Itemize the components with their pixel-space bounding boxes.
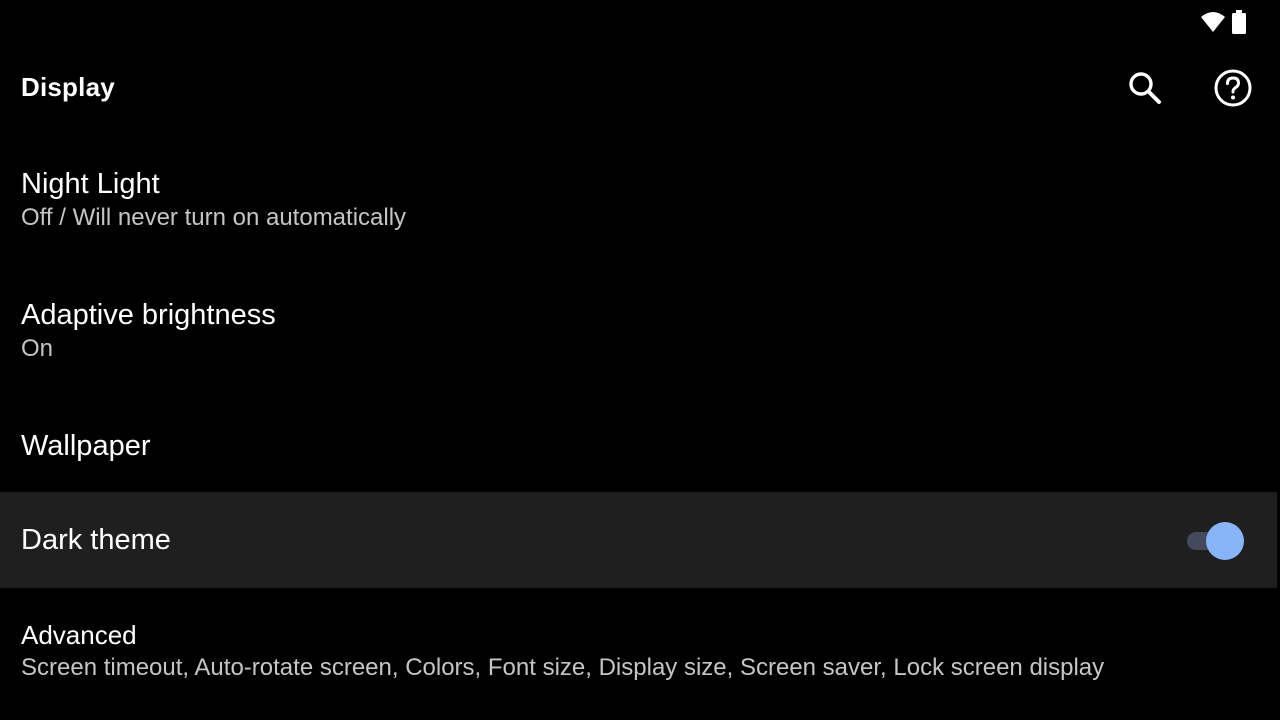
setting-wallpaper[interactable]: Wallpaper xyxy=(0,404,1280,492)
setting-adaptive-brightness[interactable]: Adaptive brightness On xyxy=(0,273,1280,404)
dark-theme-toggle[interactable] xyxy=(1185,522,1244,560)
settings-list: Night Light Off / Will never turn on aut… xyxy=(0,142,1280,718)
setting-title: Night Light xyxy=(21,168,160,200)
setting-title: Wallpaper xyxy=(21,430,151,462)
setting-dark-theme[interactable]: Dark theme xyxy=(0,492,1277,588)
display-settings-screen: Display Night Light Off / Will never tur… xyxy=(0,0,1280,720)
search-button[interactable] xyxy=(1123,66,1167,110)
toggle-thumb xyxy=(1206,522,1244,560)
help-button[interactable] xyxy=(1211,66,1255,110)
search-icon xyxy=(1129,72,1161,104)
app-bar: Display xyxy=(0,44,1280,132)
setting-night-light[interactable]: Night Light Off / Will never turn on aut… xyxy=(0,142,1280,273)
setting-title: Adaptive brightness xyxy=(21,299,276,331)
wifi-icon xyxy=(1201,12,1225,32)
setting-title: Advanced xyxy=(21,620,137,650)
setting-summary: Off / Will never turn on automatically xyxy=(21,204,407,231)
setting-summary: Screen timeout, Auto-rotate screen, Colo… xyxy=(21,654,1105,681)
page-title: Display xyxy=(21,72,115,102)
battery-icon xyxy=(1232,10,1246,34)
setting-advanced[interactable]: Advanced Screen timeout, Auto-rotate scr… xyxy=(0,588,1280,718)
status-bar xyxy=(1080,0,1280,44)
setting-title: Dark theme xyxy=(21,524,171,556)
setting-summary: On xyxy=(21,335,54,362)
help-icon xyxy=(1214,69,1252,107)
